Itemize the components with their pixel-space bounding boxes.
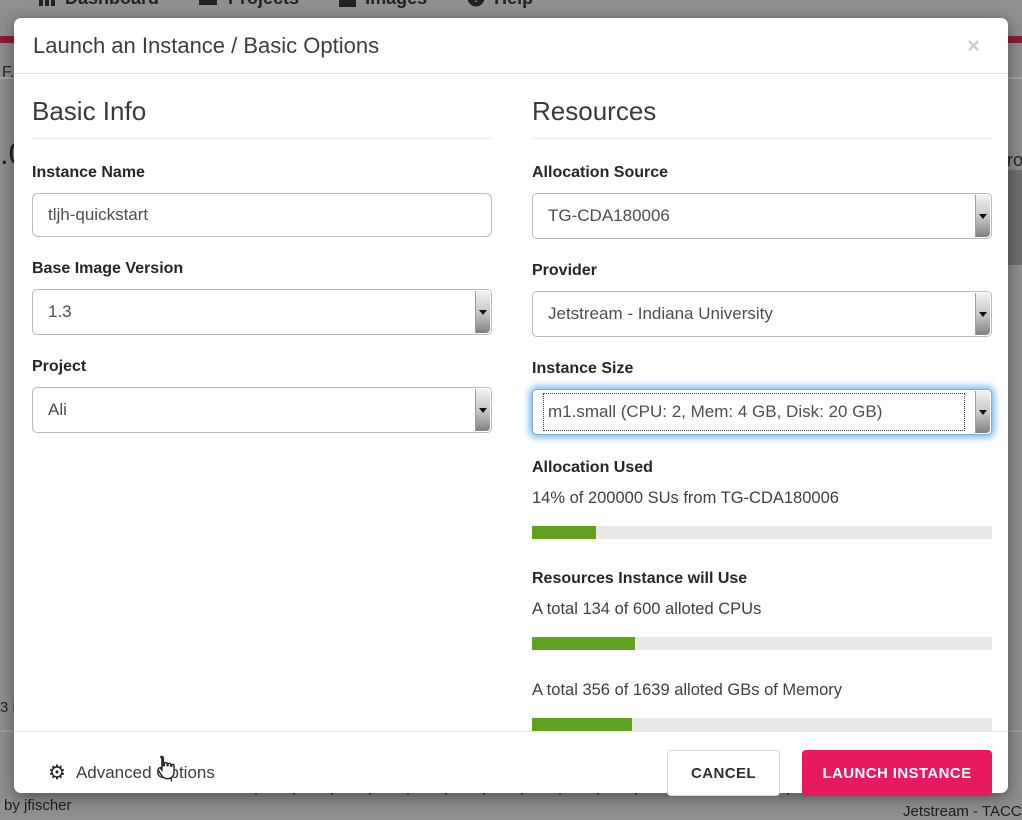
modal-title: Launch an Instance / Basic Options xyxy=(33,33,379,59)
cpu-progressbar xyxy=(532,637,992,650)
save-icon xyxy=(339,0,356,7)
nav-item-dashboard: Dashboard xyxy=(38,0,159,9)
allocation-source-group: Allocation Source TG-CDA180006 xyxy=(532,164,992,239)
resources-heading: Resources xyxy=(532,96,992,139)
resources-will-use-heading: Resources Instance will Use xyxy=(532,570,992,588)
base-image-version-select[interactable]: 1.3 xyxy=(32,289,492,335)
close-icon[interactable]: × xyxy=(961,33,986,59)
folder-icon xyxy=(199,0,219,7)
nav-item-projects: Projects xyxy=(199,0,299,9)
allocation-source-value: TG-CDA180006 xyxy=(548,206,670,226)
background-heading-fragment: ro xyxy=(1007,150,1022,171)
nav-label: Help xyxy=(494,0,533,9)
launch-instance-button[interactable]: LAUNCH INSTANCE xyxy=(802,750,992,796)
instance-size-label: Instance Size xyxy=(532,360,992,378)
instance-name-input[interactable] xyxy=(32,193,492,237)
provider-value: Jetstream - Indiana University xyxy=(548,304,773,324)
modal-footer: ⚙ Advanced Options CANCEL LAUNCH INSTANC… xyxy=(14,731,1008,814)
base-image-version-label: Base Image Version xyxy=(32,260,492,278)
allocation-source-label: Allocation Source xyxy=(532,164,992,182)
svg-text:?: ? xyxy=(473,0,480,5)
modal-header: Launch an Instance / Basic Options × xyxy=(14,18,1008,74)
chevron-down-icon xyxy=(975,293,990,335)
chevron-down-icon xyxy=(475,291,490,333)
project-label: Project xyxy=(32,358,492,376)
modal-body: Basic Info Instance Name Base Image Vers… xyxy=(14,74,1008,731)
allocation-used-progress-fill xyxy=(532,526,596,539)
basic-info-column: Basic Info Instance Name Base Image Vers… xyxy=(32,96,492,731)
allocation-source-select[interactable]: TG-CDA180006 xyxy=(532,193,992,239)
chevron-down-icon xyxy=(975,195,990,237)
allocation-used-progressbar xyxy=(532,526,992,539)
advanced-options-label: Advanced Options xyxy=(76,763,215,783)
nav-label: Projects xyxy=(228,0,299,9)
allocation-used-text: 14% of 200000 SUs from TG-CDA180006 xyxy=(532,489,992,508)
background-navbar: Dashboard Projects Images ? Help xyxy=(38,0,533,9)
nav-item-images: Images xyxy=(339,0,427,9)
help-circle-icon: ? xyxy=(467,0,485,7)
background-table-header-edge xyxy=(1008,170,1022,265)
project-select[interactable]: Ali xyxy=(32,387,492,433)
nav-label: Images xyxy=(365,0,427,9)
advanced-options-link[interactable]: ⚙ Advanced Options xyxy=(48,763,215,783)
provider-label: Provider xyxy=(532,262,992,280)
chevron-down-icon xyxy=(975,391,990,433)
instance-size-value: m1.small (CPU: 2, Mem: 4 GB, Disk: 20 GB… xyxy=(544,394,964,430)
memory-progressbar xyxy=(532,718,992,731)
background-text-fragment: F. xyxy=(2,64,14,82)
base-image-version-value: 1.3 xyxy=(48,302,72,322)
nav-label: Dashboard xyxy=(65,0,159,9)
provider-select[interactable]: Jetstream - Indiana University xyxy=(532,291,992,337)
instance-size-group: Instance Size m1.small (CPU: 2, Mem: 4 G… xyxy=(532,360,992,435)
chevron-down-icon xyxy=(475,389,490,431)
basic-info-heading: Basic Info xyxy=(32,96,492,139)
instance-name-group: Instance Name xyxy=(32,164,492,237)
instance-size-select[interactable]: m1.small (CPU: 2, Mem: 4 GB, Disk: 20 GB… xyxy=(532,389,992,435)
memory-progress-fill xyxy=(532,718,632,731)
base-image-version-group: Base Image Version 1.3 xyxy=(32,260,492,335)
cancel-button[interactable]: CANCEL xyxy=(667,750,780,796)
cpu-usage-text: A total 134 of 600 alloted CPUs xyxy=(532,600,992,619)
nav-item-help: ? Help xyxy=(467,0,533,9)
provider-group: Provider Jetstream - Indiana University xyxy=(532,262,992,337)
launch-instance-modal: Launch an Instance / Basic Options × Bas… xyxy=(14,18,1008,793)
footer-buttons: CANCEL LAUNCH INSTANCE xyxy=(667,750,992,796)
allocation-used-heading: Allocation Used xyxy=(532,459,992,477)
bar-chart-icon xyxy=(38,0,56,7)
project-value: Ali xyxy=(48,400,67,420)
cpu-progress-fill xyxy=(532,637,635,650)
instance-name-label: Instance Name xyxy=(32,164,492,182)
resources-column: Resources Allocation Source TG-CDA180006… xyxy=(532,96,992,731)
gear-icon: ⚙ xyxy=(48,763,66,783)
memory-usage-text: A total 356 of 1639 alloted GBs of Memor… xyxy=(532,681,992,700)
project-group: Project Ali xyxy=(32,358,492,433)
